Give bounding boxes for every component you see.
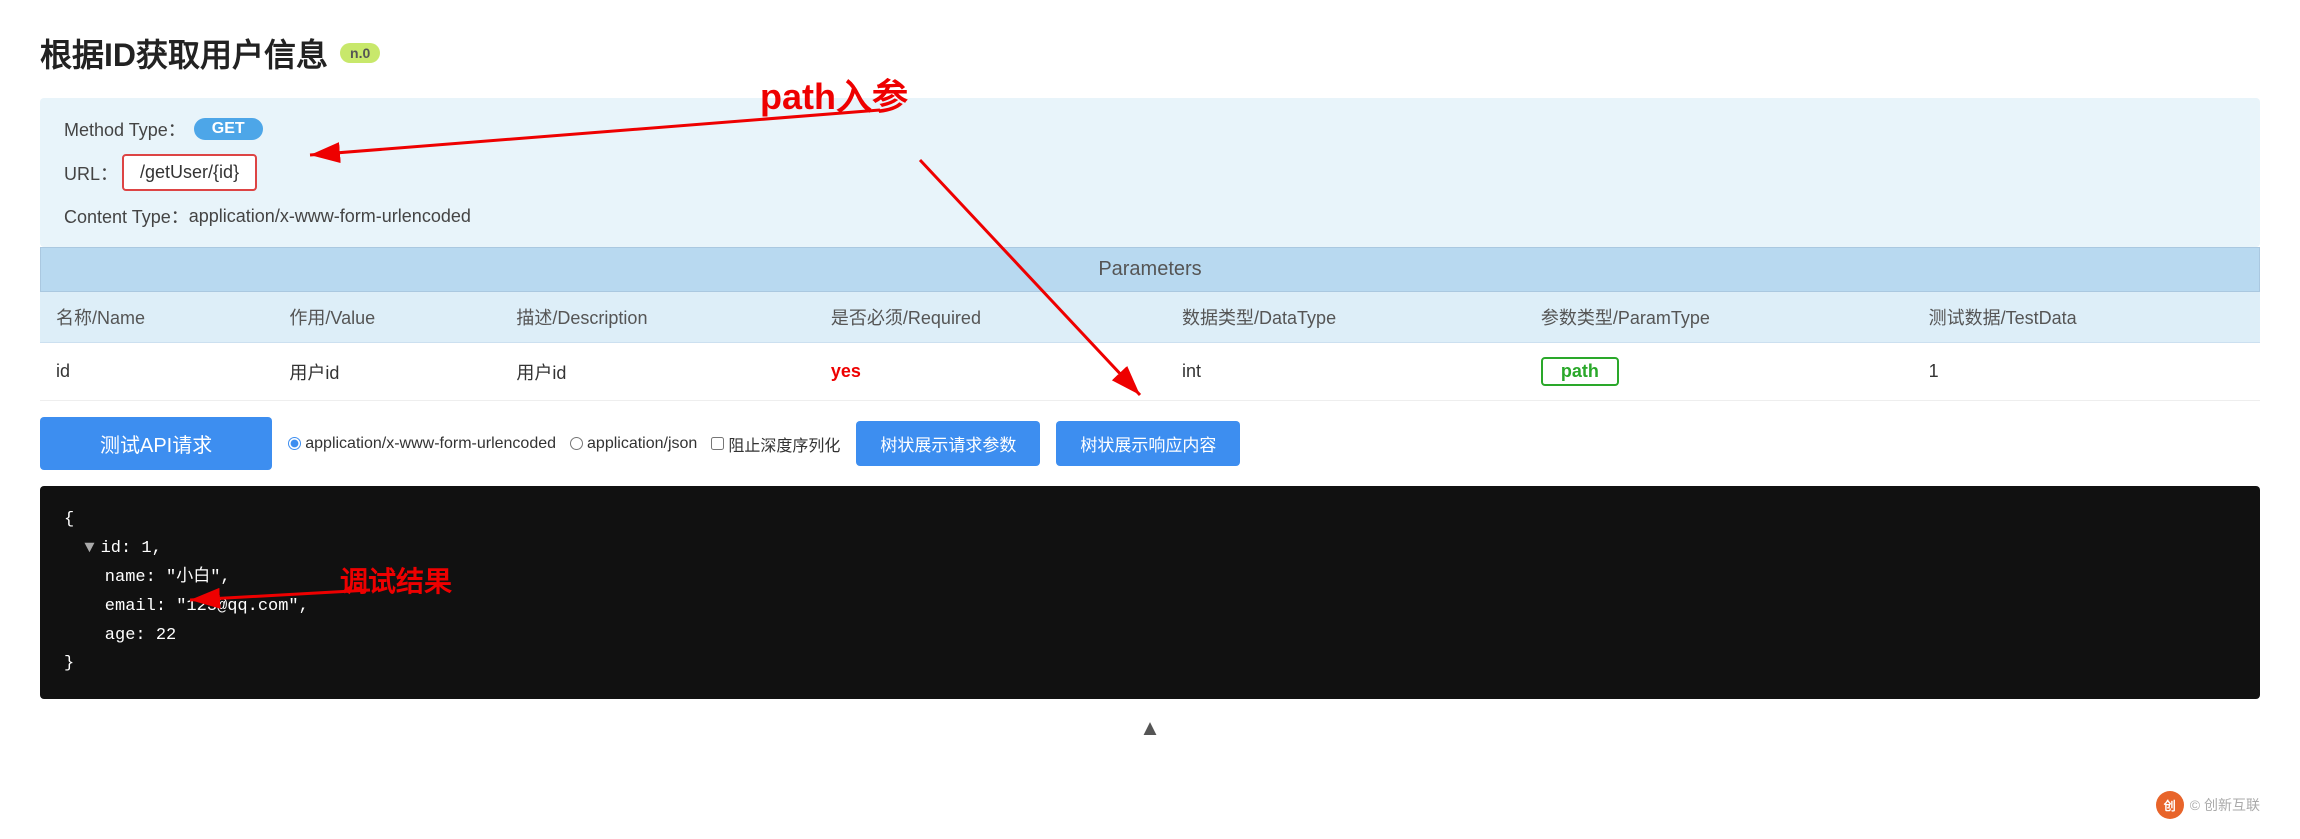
params-table: 名称/Name 作用/Value 描述/Description 是否必须/Req…: [40, 292, 2260, 401]
cell-required: yes: [815, 343, 1166, 401]
cell-name: id: [40, 343, 273, 401]
radio-urlencoded-input[interactable]: [288, 437, 301, 450]
url-row: URL： /getUser/{id}: [64, 154, 2236, 191]
col-name: 名称/Name: [40, 292, 273, 343]
radio-group: application/x-www-form-urlencoded applic…: [288, 432, 840, 456]
content-type-row: Content Type： application/x-www-form-url…: [64, 203, 2236, 229]
version-badge: n.0: [340, 43, 380, 63]
radio-urlencoded[interactable]: application/x-www-form-urlencoded: [288, 435, 556, 453]
json-line-id: ▼id: 1,: [64, 535, 2236, 564]
cell-value: 用户id: [273, 343, 500, 401]
watermark-text: © 创新互联: [2190, 795, 2260, 815]
watermark: 创 © 创新互联: [2156, 791, 2260, 819]
radio-json-input[interactable]: [570, 437, 583, 450]
bottom-triangle: ▲: [40, 699, 2260, 751]
method-row: Method Type： GET: [64, 116, 2236, 142]
checkbox-serialize-label: 阻止深度序列化: [728, 432, 840, 456]
table-row: id 用户id 用户id yes int path 1: [40, 343, 2260, 401]
radio-urlencoded-label: application/x-www-form-urlencoded: [305, 435, 556, 453]
table-header-row: 名称/Name 作用/Value 描述/Description 是否必须/Req…: [40, 292, 2260, 343]
result-area: { ▼id: 1, name: "小白", email: "123@qq.com…: [40, 486, 2260, 699]
collapse-arrow[interactable]: ▼: [84, 539, 94, 558]
col-testdata: 测试数据/TestData: [1913, 292, 2260, 343]
radio-json-label: application/json: [587, 435, 697, 453]
radio-json[interactable]: application/json: [570, 435, 697, 453]
watermark-logo: 创: [2156, 791, 2184, 819]
col-datatype: 数据类型/DataType: [1166, 292, 1525, 343]
params-header: Parameters: [40, 247, 2260, 292]
tree-response-button[interactable]: 树状展示响应内容: [1056, 421, 1240, 466]
tree-request-button[interactable]: 树状展示请求参数: [856, 421, 1040, 466]
cell-datatype: int: [1166, 343, 1525, 401]
checkbox-serialize[interactable]: 阻止深度序列化: [711, 432, 840, 456]
json-line-close: }: [64, 650, 2236, 679]
content-type-label: Content Type：: [64, 203, 189, 229]
col-value: 作用/Value: [273, 292, 500, 343]
page-title: 根据ID获取用户信息: [40, 30, 328, 76]
json-line-age: age: 22: [64, 622, 2236, 651]
content-type-value: application/x-www-form-urlencoded: [189, 206, 471, 227]
json-line-name: name: "小白",: [64, 564, 2236, 593]
cell-paramtype: path: [1525, 343, 1913, 401]
action-bar: 测试API请求 application/x-www-form-urlencode…: [40, 401, 2260, 486]
col-description: 描述/Description: [500, 292, 814, 343]
info-section: Method Type： GET URL： /getUser/{id} Cont…: [40, 98, 2260, 247]
method-badge: GET: [194, 118, 263, 140]
col-paramtype: 参数类型/ParamType: [1525, 292, 1913, 343]
url-label: URL：: [64, 160, 118, 186]
url-value: /getUser/{id}: [122, 154, 257, 191]
test-api-button[interactable]: 测试API请求: [40, 417, 272, 470]
method-label: Method Type：: [64, 116, 186, 142]
params-section: Parameters 名称/Name 作用/Value 描述/Descripti…: [40, 247, 2260, 401]
cell-testdata: 1: [1913, 343, 2260, 401]
checkbox-serialize-input[interactable]: [711, 437, 724, 450]
cell-description: 用户id: [500, 343, 814, 401]
json-line-email: email: "123@qq.com",: [64, 593, 2236, 622]
json-line-open: {: [64, 506, 2236, 535]
col-required: 是否必须/Required: [815, 292, 1166, 343]
